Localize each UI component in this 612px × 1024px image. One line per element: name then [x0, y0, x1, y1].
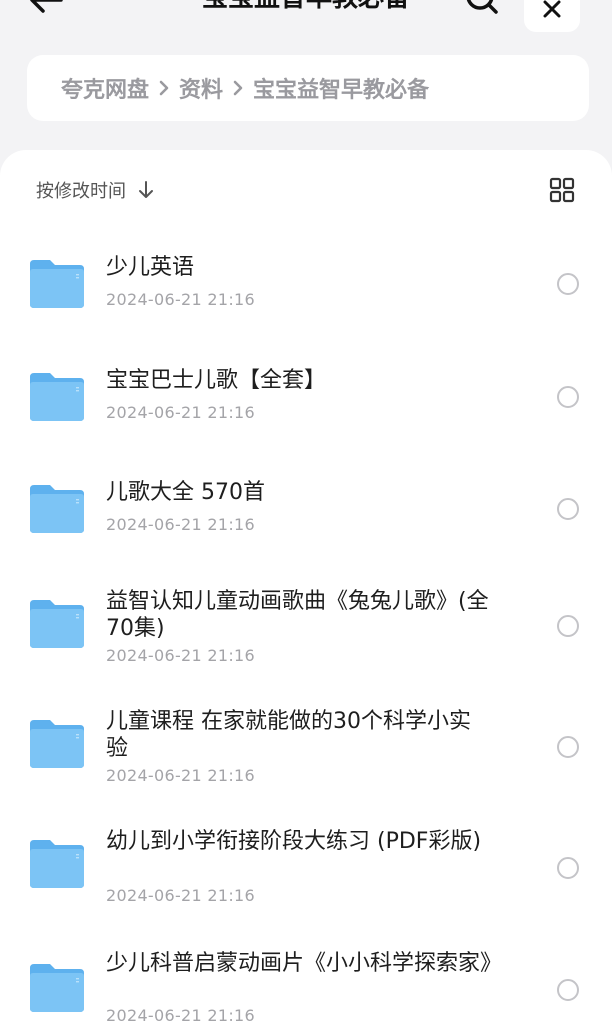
- folder-icon: [30, 600, 84, 648]
- file-date: 2024-06-21 21:16: [106, 766, 255, 785]
- grid-view-icon: [549, 177, 575, 203]
- file-name: 幼儿到小学衔接阶段大练习 (PDF彩版): [106, 829, 482, 854]
- select-radio[interactable]: [557, 979, 579, 1001]
- breadcrumb-item-folder[interactable]: 资料: [179, 72, 223, 104]
- top-bar: 宝宝益智早教必备: [0, 0, 612, 40]
- page-title: 宝宝益智早教必备: [0, 0, 612, 18]
- select-radio[interactable]: [557, 736, 579, 758]
- folder-icon: [30, 720, 84, 768]
- file-name: 宝宝巴士儿歌【全套】: [106, 368, 327, 393]
- file-row[interactable]: 幼儿到小学衔接阶段大练习 (PDF彩版) 2024-06-21 21:16: [0, 820, 612, 940]
- breadcrumb-item-root[interactable]: 夸克网盘: [61, 72, 149, 104]
- file-row[interactable]: 少儿科普启蒙动画片《小小科学探索家》 2024-06-21 21:16: [0, 942, 612, 1024]
- file-name: 少儿科普启蒙动画片《小小科学探索家》: [106, 951, 503, 976]
- file-name: 儿歌大全 570首: [106, 480, 265, 505]
- file-name: 儿童课程 在家就能做的30个科学小实验: [106, 709, 471, 761]
- chevron-right-icon: [225, 76, 251, 100]
- file-row[interactable]: 儿童课程 在家就能做的30个科学小实验 2024-06-21 21:16: [0, 700, 612, 820]
- file-row[interactable]: 益智认知儿童动画歌曲《兔兔儿歌》(全70集) 2024-06-21 21:16: [0, 580, 612, 700]
- search-icon: [466, 0, 498, 14]
- select-radio[interactable]: [557, 386, 579, 408]
- sort-button[interactable]: 按修改时间: [36, 178, 154, 202]
- folder-icon: [30, 485, 84, 533]
- close-icon: [543, 0, 561, 18]
- select-radio[interactable]: [557, 498, 579, 520]
- breadcrumb-item-current: 宝宝益智早教必备: [253, 78, 430, 103]
- select-radio[interactable]: [557, 273, 579, 295]
- file-row[interactable]: 儿歌大全 570首 2024-06-21 21:16: [0, 455, 612, 565]
- file-date: 2024-06-21 21:16: [106, 1006, 255, 1024]
- folder-icon: [30, 260, 84, 308]
- file-name: 少儿英语: [106, 255, 195, 280]
- file-row[interactable]: 少儿英语 2024-06-21 21:16: [0, 230, 612, 340]
- file-name: 益智认知儿童动画歌曲《兔兔儿歌》(全70集): [106, 589, 489, 641]
- chevron-right-icon: [151, 76, 177, 100]
- search-button[interactable]: [458, 0, 506, 18]
- file-date: 2024-06-21 21:16: [106, 290, 255, 309]
- folder-icon: [30, 840, 84, 888]
- breadcrumb: 夸克网盘 资料 宝宝益智早教必备: [27, 55, 589, 121]
- folder-icon: [30, 373, 84, 421]
- select-radio[interactable]: [557, 857, 579, 879]
- file-row[interactable]: 宝宝巴士儿歌【全套】 2024-06-21 21:16: [0, 343, 612, 453]
- close-button[interactable]: [524, 0, 580, 32]
- file-date: 2024-06-21 21:16: [106, 515, 255, 534]
- folder-icon: [30, 964, 84, 1012]
- file-date: 2024-06-21 21:16: [106, 886, 255, 905]
- grid-view-button[interactable]: [548, 176, 576, 204]
- arrow-down-icon: [138, 181, 154, 199]
- sort-label: 按修改时间: [36, 181, 126, 202]
- select-radio[interactable]: [557, 615, 579, 637]
- file-date: 2024-06-21 21:16: [106, 646, 255, 665]
- file-date: 2024-06-21 21:16: [106, 403, 255, 422]
